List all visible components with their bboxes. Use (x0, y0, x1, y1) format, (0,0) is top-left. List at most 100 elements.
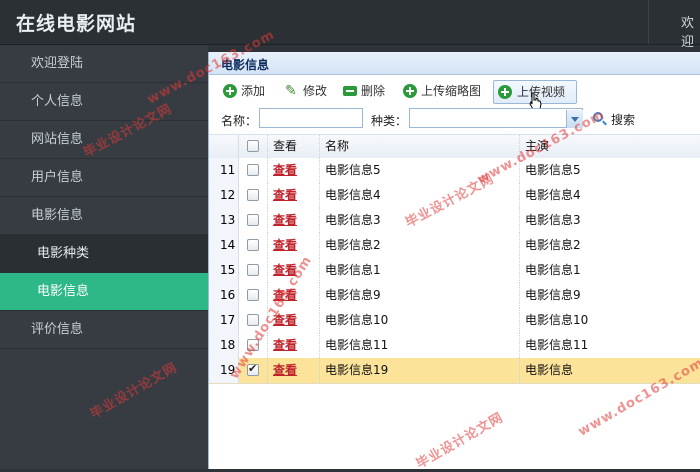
sidebar: 欢迎登陆 个人信息 网站信息 用户信息 电影信息 电影种类 电影信息 评价信息 (0, 45, 208, 469)
edit-button[interactable]: ✎ 修改 (283, 80, 333, 102)
name-cell: 电影信息4 (319, 183, 519, 208)
upload-thumbnail-icon (403, 84, 417, 98)
row-number: 17 (209, 308, 239, 333)
view-link[interactable]: 查看 (273, 163, 297, 177)
add-label: 添加 (241, 84, 266, 98)
table-row[interactable]: 11 查看 电影信息5 电影信息5 (209, 158, 700, 184)
sidebar-item-user-info[interactable]: 用户信息 (0, 159, 208, 197)
row-checkbox[interactable] (247, 289, 259, 301)
toolbar: 添加 ✎ 修改 删除 上传缩略图 上传视频 (209, 78, 700, 110)
upload-thumbnail-label: 上传缩略图 (421, 84, 482, 98)
sidebar-subitem-movie-info[interactable]: 电影信息 (0, 273, 208, 311)
name-cell: 电影信息11 (319, 333, 519, 358)
row-checkbox[interactable] (247, 264, 259, 276)
table-row[interactable]: 14 查看 电影信息2 电影信息2 (209, 233, 700, 259)
view-link[interactable]: 查看 (273, 188, 297, 202)
sidebar-item-site-info[interactable]: 网站信息 (0, 121, 208, 159)
sidebar-item-welcome[interactable]: 欢迎登陆 (0, 45, 208, 83)
table-row[interactable]: 13 查看 电影信息3 电影信息3 (209, 208, 700, 234)
delete-button[interactable]: 删除 (341, 80, 391, 102)
row-number: 13 (209, 208, 239, 233)
top-right-text: 欢迎 (681, 16, 695, 50)
row-number: 11 (209, 158, 239, 183)
header-actor: 主演 (519, 135, 700, 158)
row-checkbox[interactable] (247, 214, 259, 226)
view-cell: 查看 (267, 358, 319, 383)
table-row[interactable]: 18 查看 电影信息11 电影信息11 (209, 333, 700, 359)
view-cell: 查看 (267, 308, 319, 333)
view-link[interactable]: 查看 (273, 213, 297, 227)
name-cell: 电影信息10 (319, 308, 519, 333)
top-bar: 在线电影网站 欢迎 (0, 0, 700, 50)
table-row[interactable]: 15 查看 电影信息1 电影信息1 (209, 258, 700, 284)
view-link[interactable]: 查看 (273, 363, 297, 377)
upload-video-icon (498, 85, 512, 99)
row-checkbox[interactable] (247, 239, 259, 251)
actor-cell: 电影信息1 (519, 258, 700, 283)
edit-label: 修改 (303, 84, 328, 98)
top-right-area[interactable]: 欢迎 (648, 0, 700, 50)
actor-cell: 电影信息10 (519, 308, 700, 333)
actor-cell: 电影信息2 (519, 233, 700, 258)
sidebar-subitem-movie-category[interactable]: 电影种类 (0, 235, 208, 273)
sidebar-item-personal-info[interactable]: 个人信息 (0, 83, 208, 121)
name-cell: 电影信息3 (319, 208, 519, 233)
type-label: 种类： (371, 114, 408, 128)
view-cell: 查看 (267, 158, 319, 183)
name-cell: 电影信息2 (319, 233, 519, 258)
row-checkbox[interactable] (247, 339, 259, 351)
view-cell: 查看 (267, 258, 319, 283)
add-icon (223, 84, 237, 98)
row-number: 18 (209, 333, 239, 358)
row-checkbox[interactable] (247, 164, 259, 176)
name-cell: 电影信息9 (319, 283, 519, 308)
search-row: 名称： 种类： 搜索 (209, 108, 700, 132)
row-number: 14 (209, 233, 239, 258)
header-view: 查看 (267, 135, 319, 158)
name-label: 名称： (221, 114, 258, 128)
row-number: 19 (209, 358, 239, 383)
row-checkbox[interactable] (247, 189, 259, 201)
actor-cell: 电影信息11 (519, 333, 700, 358)
row-checkbox[interactable] (247, 314, 259, 326)
upload-thumbnail-button[interactable]: 上传缩略图 (401, 80, 485, 102)
row-number: 15 (209, 258, 239, 283)
header-rownum (209, 135, 239, 158)
row-number: 12 (209, 183, 239, 208)
view-cell: 查看 (267, 283, 319, 308)
name-search-input[interactable] (259, 108, 363, 128)
view-link[interactable]: 查看 (273, 338, 297, 352)
select-all-checkbox[interactable] (247, 140, 259, 152)
actor-cell: 电影信息4 (519, 183, 700, 208)
actor-cell: 电影信息9 (519, 283, 700, 308)
name-cell: 电影信息5 (319, 158, 519, 183)
delete-label: 删除 (361, 84, 386, 98)
add-button[interactable]: 添加 (221, 80, 271, 102)
header-name: 名称 (319, 135, 519, 158)
row-checkbox[interactable] (247, 362, 259, 376)
view-link[interactable]: 查看 (273, 263, 297, 277)
actor-cell: 电影信息3 (519, 208, 700, 233)
sidebar-item-review-info[interactable]: 评价信息 (0, 311, 208, 349)
view-cell: 查看 (267, 333, 319, 358)
table-row[interactable]: 17 查看 电影信息10 电影信息10 (209, 308, 700, 334)
table-row[interactable]: 12 查看 电影信息4 电影信息4 (209, 183, 700, 209)
view-link[interactable]: 查看 (273, 288, 297, 302)
view-link[interactable]: 查看 (273, 238, 297, 252)
panel-title: 电影信息 (221, 58, 270, 72)
table-row[interactable]: 16 查看 电影信息9 电影信息9 (209, 283, 700, 309)
sidebar-item-movie-info[interactable]: 电影信息 (0, 197, 208, 235)
search-icon (593, 112, 603, 122)
panel-header: 电影信息 (209, 52, 700, 75)
view-cell: 查看 (267, 208, 319, 233)
actor-cell: 电影信息5 (519, 158, 700, 183)
app-title: 在线电影网站 (16, 13, 137, 35)
view-link[interactable]: 查看 (273, 313, 297, 327)
table-row[interactable]: 19 查看 电影信息19电影信息 (209, 358, 700, 384)
search-label: 搜索 (611, 113, 636, 127)
type-select[interactable] (409, 108, 583, 128)
delete-icon (343, 86, 357, 96)
chevron-down-icon[interactable] (566, 110, 583, 128)
name-cell: 电影信息19 (319, 358, 519, 383)
movie-table: 查看 名称 主演 11 查看 电影信息5 电影信息5 12 查看 电影信息4 电影信息4 13 查… (209, 134, 700, 469)
